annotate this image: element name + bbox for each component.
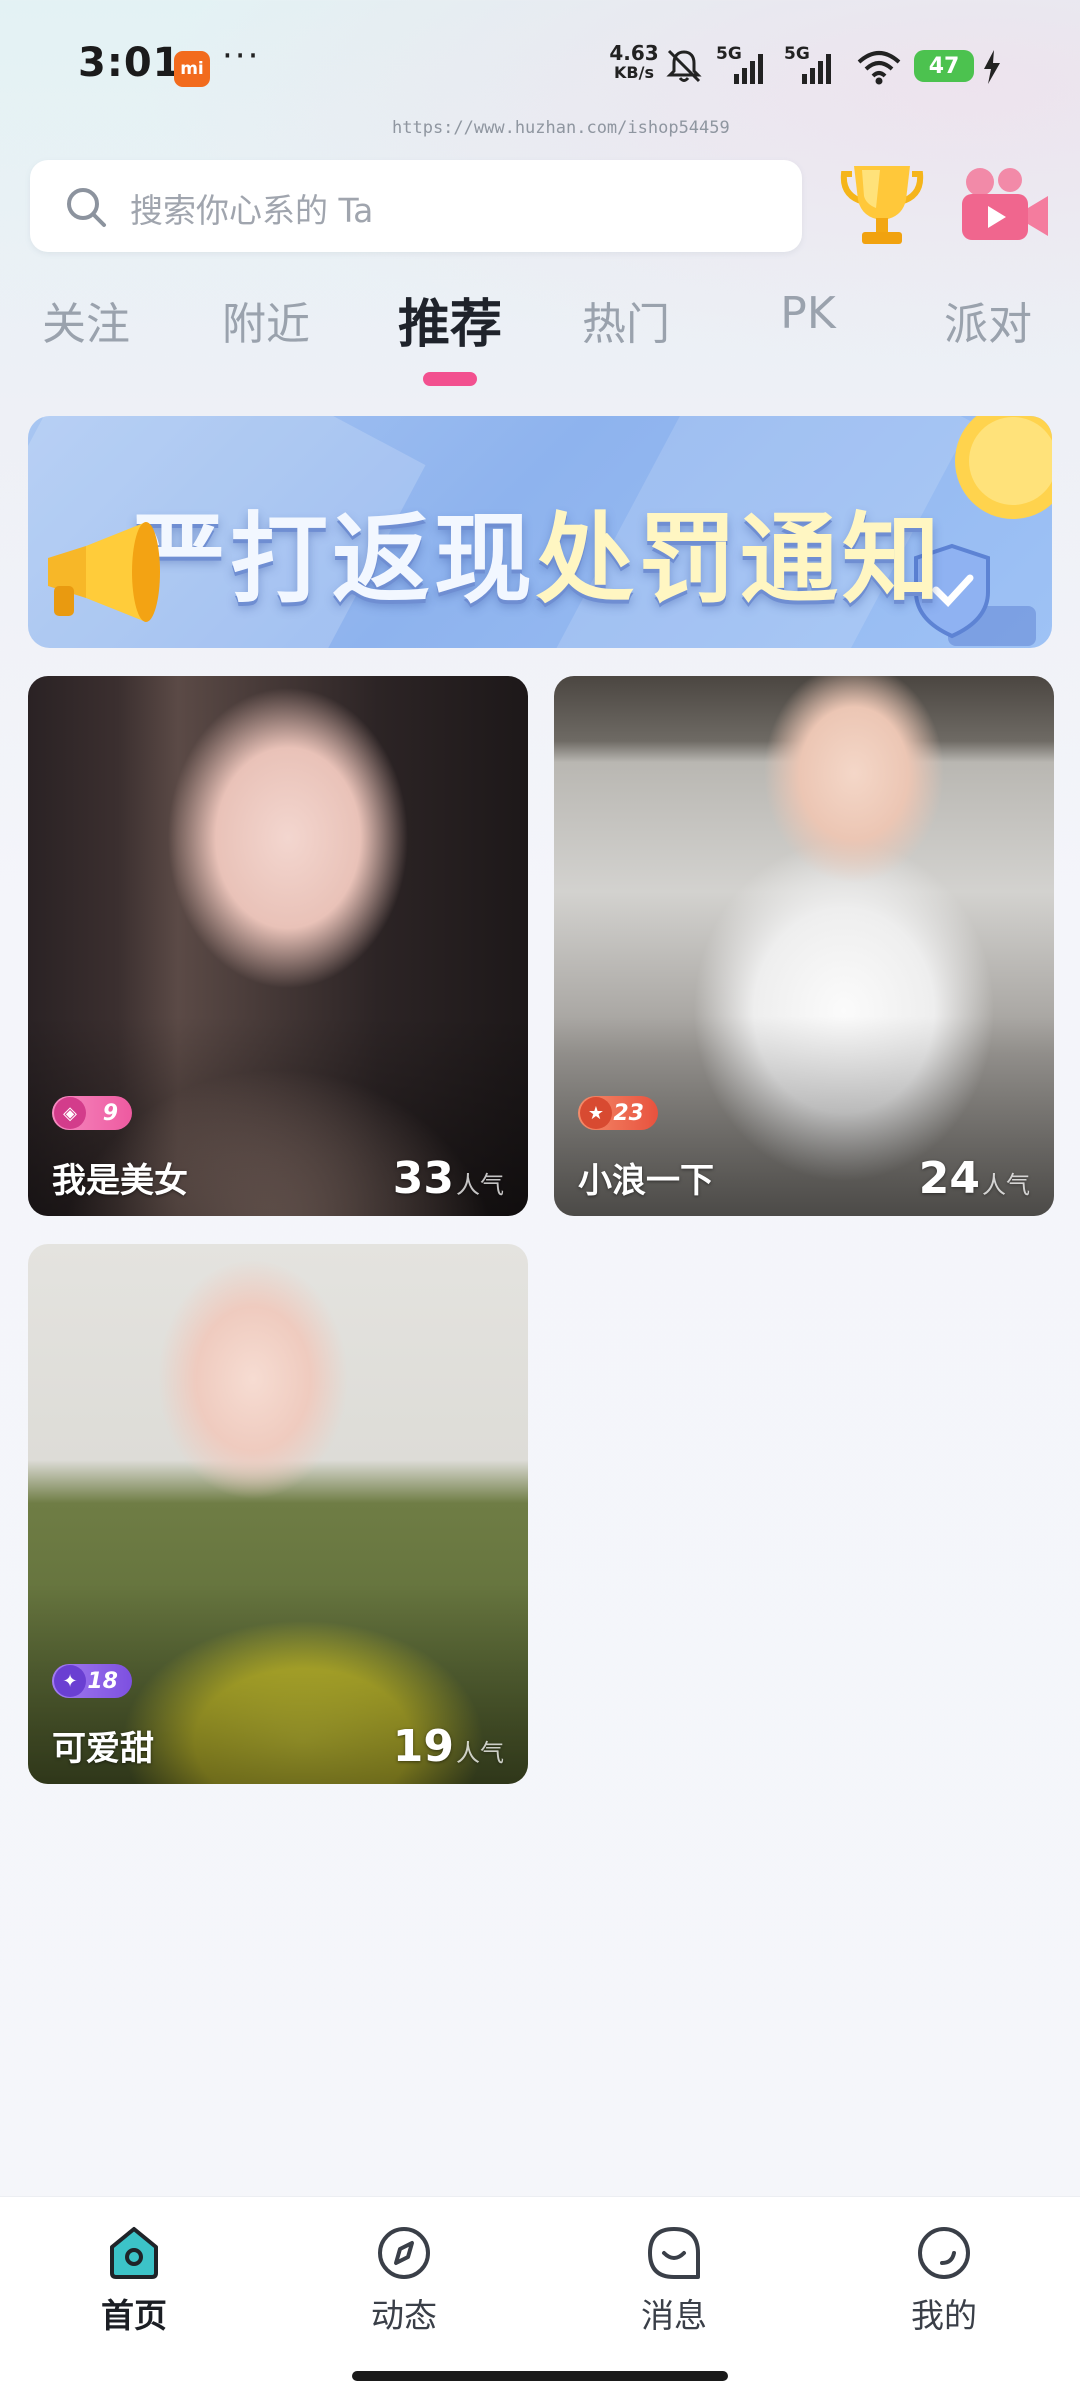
nav-messages-label: 消息 xyxy=(641,2296,707,2335)
status-bar: 3:01 mi ··· 4.63 KB/s 5G 5G 47 xyxy=(0,0,1080,130)
active-tab-indicator xyxy=(423,372,477,386)
mi-notification-icon: mi xyxy=(174,51,210,87)
video-camera-icon xyxy=(962,168,1048,240)
network-speed-unit: KB/s xyxy=(614,63,654,82)
nav-messages[interactable]: 消息 xyxy=(604,2223,744,2337)
tab-hot[interactable]: 热门 xyxy=(582,288,670,352)
bottom-navigation: 首页 动态 消息 我的 xyxy=(0,2196,1080,2400)
banner-title: 严打返现处罚通知 xyxy=(128,480,944,622)
popularity: 19人气 xyxy=(393,1721,504,1772)
popularity-unit: 人气 xyxy=(456,1171,504,1199)
signal-strength-icon xyxy=(734,54,763,84)
banner-title-part1: 严打返现 xyxy=(128,503,537,617)
wifi-icon xyxy=(857,51,901,85)
network-speed-value: 4.63 xyxy=(609,41,659,65)
profile-icon xyxy=(918,2227,970,2279)
nav-profile[interactable]: 我的 xyxy=(874,2223,1014,2337)
search-icon xyxy=(67,188,106,227)
home-gesture-bar[interactable] xyxy=(352,2371,728,2381)
nav-home[interactable]: 首页 xyxy=(64,2223,204,2337)
message-icon xyxy=(648,2227,700,2279)
popularity-value: 19 xyxy=(392,1721,454,1772)
mute-icon xyxy=(666,49,702,83)
popularity: 33人气 xyxy=(393,1153,504,1204)
category-tabs: 关注 附近 推荐 热门 PK 派对 xyxy=(0,280,1080,400)
search-input[interactable]: 搜索你心系的 Ta xyxy=(30,160,802,252)
tab-nearby[interactable]: 附近 xyxy=(222,288,310,352)
charging-icon xyxy=(984,50,1000,84)
level-value: 23 xyxy=(613,1100,644,1126)
tab-follow[interactable]: 关注 xyxy=(42,288,130,352)
nav-home-label: 首页 xyxy=(101,2296,167,2335)
level-value: 18 xyxy=(87,1668,118,1694)
home-icon xyxy=(110,2227,158,2279)
streamer-name: 可爱甜 xyxy=(52,1729,154,1769)
tab-recommend[interactable]: 推荐 xyxy=(398,282,502,357)
level-badge: ✦ 18 xyxy=(52,1664,132,1698)
level-gem-icon: ✦ xyxy=(54,1665,86,1697)
popularity-unit: 人气 xyxy=(982,1171,1030,1199)
level-badge: ★ 23 xyxy=(578,1096,658,1130)
url-watermark: https://www.huzhan.com/ishop54459 xyxy=(392,118,730,138)
status-icons: 5G 5G 47 xyxy=(664,44,1024,88)
level-gem-icon: ◈ xyxy=(54,1097,86,1129)
level-badge: ◈ 9 xyxy=(52,1096,132,1130)
nav-moments[interactable]: 动态 xyxy=(334,2223,474,2337)
search-placeholder: 搜索你心系的 Ta xyxy=(130,191,374,230)
network-speed: 4.63 KB/s xyxy=(604,42,664,82)
tab-party[interactable]: 派对 xyxy=(944,288,1032,352)
nav-profile-label: 我的 xyxy=(911,2296,977,2335)
live-room-card[interactable]: ★ 23 小浪一下 24人气 xyxy=(554,676,1054,1216)
streamer-name: 小浪一下 xyxy=(578,1161,714,1201)
battery-icon: 47 xyxy=(914,50,974,82)
level-gem-icon: ★ xyxy=(580,1097,612,1129)
streamer-name: 我是美女 xyxy=(52,1161,188,1201)
compass-icon xyxy=(378,2227,430,2279)
popularity-value: 24 xyxy=(918,1153,980,1204)
status-time: 3:01 xyxy=(78,40,182,86)
more-notifications-icon: ··· xyxy=(222,36,261,76)
megaphone-icon xyxy=(48,522,160,622)
popularity-unit: 人气 xyxy=(456,1739,504,1767)
ranking-button[interactable] xyxy=(840,160,924,252)
live-room-card[interactable]: ✦ 18 可爱甜 19人气 xyxy=(28,1244,528,1784)
live-video-button[interactable] xyxy=(956,164,1052,248)
popularity: 24人气 xyxy=(919,1153,1030,1204)
coin-icon xyxy=(955,416,1052,519)
nav-moments-label: 动态 xyxy=(371,2296,437,2335)
level-value: 9 xyxy=(102,1100,118,1126)
tab-pk[interactable]: PK xyxy=(780,288,835,339)
signal-strength-icon xyxy=(802,54,831,84)
banner-title-part2: 处罚通知 xyxy=(536,503,945,617)
live-room-card[interactable]: ◈ 9 我是美女 33人气 xyxy=(28,676,528,1216)
popularity-value: 33 xyxy=(392,1153,454,1204)
announcement-banner[interactable]: 严打返现处罚通知 xyxy=(28,416,1052,648)
trophy-icon xyxy=(840,166,924,244)
